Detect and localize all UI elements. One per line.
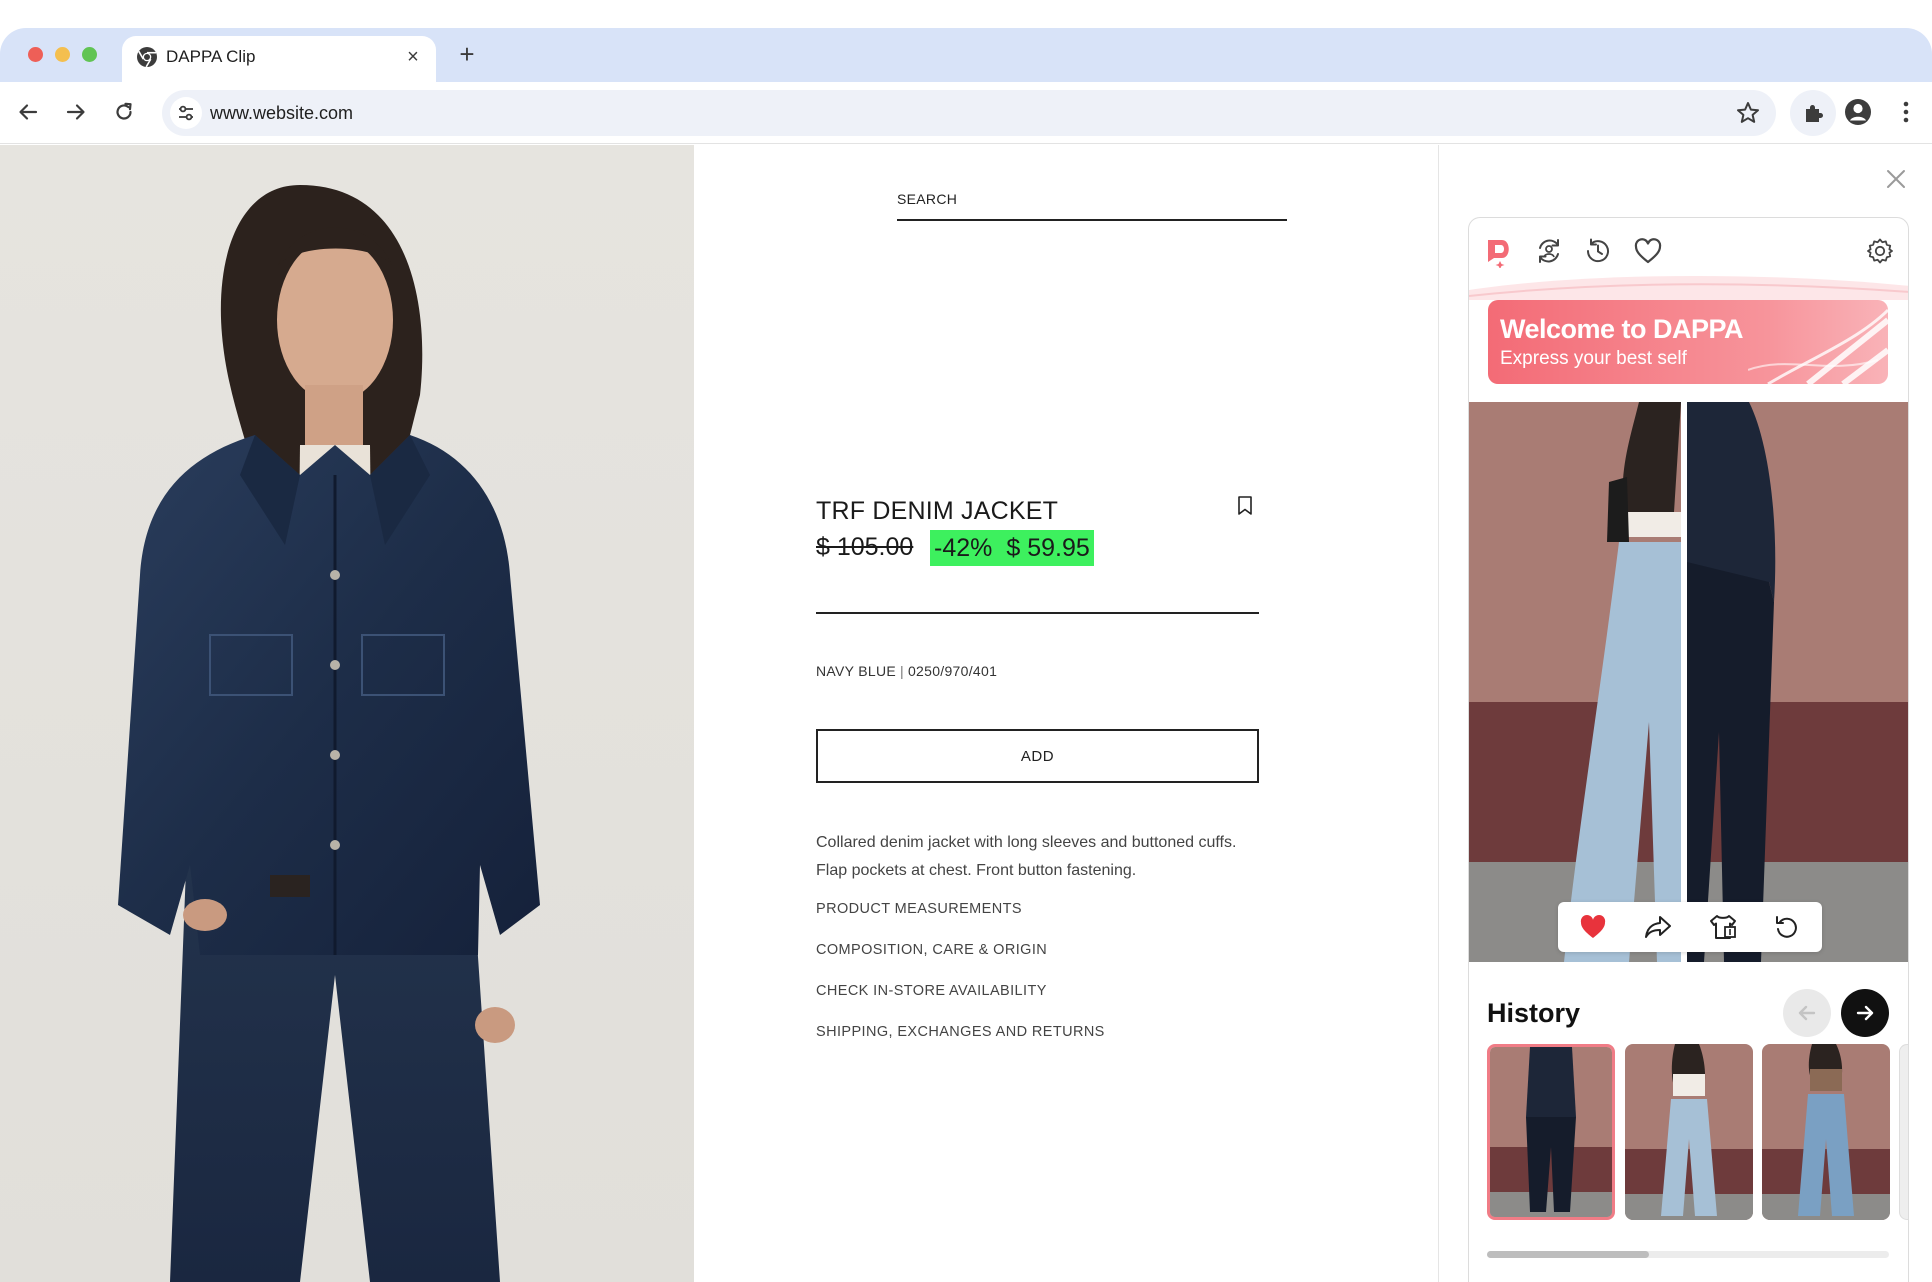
history-thumbnail[interactable] bbox=[1762, 1044, 1890, 1220]
back-arrow-icon[interactable] bbox=[12, 96, 44, 128]
banner-decoration bbox=[1748, 308, 1888, 384]
product-hero-image bbox=[0, 145, 694, 1282]
dappa-side-panel: Welcome to DAPPA Express your best self bbox=[1438, 145, 1932, 1282]
sale-price-highlight: -42% $ 59.95 bbox=[930, 530, 1094, 566]
history-title: History bbox=[1487, 998, 1581, 1028]
product-reference: 0250/970/401 bbox=[907, 663, 998, 679]
chrome-favicon-icon bbox=[136, 46, 158, 68]
more-menu-icon[interactable] bbox=[1890, 96, 1922, 128]
link-composition-care-origin[interactable]: COMPOSITION, CARE & ORIGIN bbox=[816, 942, 1047, 958]
profile-avatar-icon[interactable] bbox=[1842, 96, 1874, 128]
history-thumbnail-partial bbox=[1899, 1044, 1908, 1220]
link-shipping-returns[interactable]: SHIPPING, EXCHANGES AND RETURNS bbox=[816, 1024, 1105, 1040]
bookmark-star-icon[interactable] bbox=[1734, 99, 1762, 127]
tryon-comparison-image bbox=[1469, 402, 1908, 962]
history-prev-arrow-icon[interactable] bbox=[1783, 989, 1831, 1037]
new-tab-button[interactable]: + bbox=[452, 40, 482, 70]
search-underline bbox=[897, 219, 1287, 221]
reload-icon[interactable] bbox=[108, 96, 140, 128]
banner-title: Welcome to DAPPA bbox=[1500, 314, 1744, 344]
address-bar[interactable]: www.website.com bbox=[162, 90, 1776, 136]
search-input[interactable]: SEARCH bbox=[897, 191, 957, 207]
tryon-action-bar bbox=[1558, 902, 1822, 952]
color-name: NAVY BLUE bbox=[816, 663, 896, 679]
price-divider bbox=[816, 612, 1259, 614]
browser-window: DAPPA Clip × + www.website.com SEARCH TR… bbox=[0, 0, 1932, 1282]
banner-subtitle: Express your best self bbox=[1500, 348, 1687, 369]
history-clock-icon[interactable] bbox=[1581, 234, 1615, 268]
link-check-store-availability[interactable]: CHECK IN-STORE AVAILABILITY bbox=[816, 983, 1047, 999]
product-description: Collared denim jacket with long sleeves … bbox=[816, 834, 1237, 879]
dappa-card: Welcome to DAPPA Express your best self bbox=[1468, 217, 1909, 1282]
heart-filled-icon[interactable] bbox=[1576, 910, 1610, 944]
forward-arrow-icon[interactable] bbox=[60, 96, 92, 128]
history-thumbnail[interactable] bbox=[1625, 1044, 1753, 1220]
minimize-window-button[interactable] bbox=[55, 47, 70, 62]
share-icon[interactable] bbox=[1641, 910, 1675, 944]
browser-toolbar: www.website.com bbox=[0, 82, 1932, 144]
extensions-puzzle-icon[interactable] bbox=[1790, 90, 1836, 136]
tab-close-icon[interactable]: × bbox=[400, 44, 426, 70]
link-product-measurements[interactable]: PRODUCT MEASUREMENTS bbox=[816, 901, 1022, 917]
settings-gear-icon[interactable] bbox=[1863, 234, 1897, 268]
site-info-icon[interactable] bbox=[170, 97, 202, 129]
product-details: SEARCH TRF DENIM JACKET $ 105.00 -42% $ … bbox=[694, 145, 1438, 1282]
dappa-logo-icon[interactable] bbox=[1483, 234, 1517, 268]
url-text[interactable]: www.website.com bbox=[210, 102, 353, 124]
close-window-button[interactable] bbox=[28, 47, 43, 62]
product-title: TRF DENIM JACKET bbox=[816, 497, 1059, 525]
undo-icon[interactable] bbox=[1770, 910, 1804, 944]
history-next-arrow-icon[interactable] bbox=[1841, 989, 1889, 1037]
original-price: $ 105.00 bbox=[816, 533, 914, 561]
swap-style-icon[interactable] bbox=[1532, 234, 1566, 268]
color-separator: | bbox=[900, 663, 904, 679]
sale-price: $ 59.95 bbox=[1006, 533, 1090, 562]
discount-percent: -42% bbox=[934, 533, 993, 562]
page-content: SEARCH TRF DENIM JACKET $ 105.00 -42% $ … bbox=[0, 145, 1932, 1282]
welcome-banner: Welcome to DAPPA Express your best self bbox=[1488, 300, 1888, 384]
add-button[interactable]: ADD bbox=[816, 729, 1259, 783]
decorative-wave bbox=[1469, 275, 1908, 300]
color-reference: NAVY BLUE | 0250/970/401 bbox=[816, 663, 997, 679]
window-top-margin bbox=[0, 0, 1932, 28]
wardrobe-icon[interactable] bbox=[1706, 910, 1740, 944]
history-thumbnail[interactable] bbox=[1487, 1044, 1615, 1220]
tab-dappa-clip[interactable]: DAPPA Clip × bbox=[122, 36, 436, 82]
heart-icon[interactable] bbox=[1631, 234, 1665, 268]
history-scrollbar-thumb[interactable] bbox=[1487, 1251, 1649, 1258]
close-panel-icon[interactable] bbox=[1882, 165, 1910, 193]
tab-title: DAPPA Clip bbox=[166, 47, 256, 66]
bookmark-icon[interactable] bbox=[1236, 495, 1254, 517]
maximize-window-button[interactable] bbox=[82, 47, 97, 62]
